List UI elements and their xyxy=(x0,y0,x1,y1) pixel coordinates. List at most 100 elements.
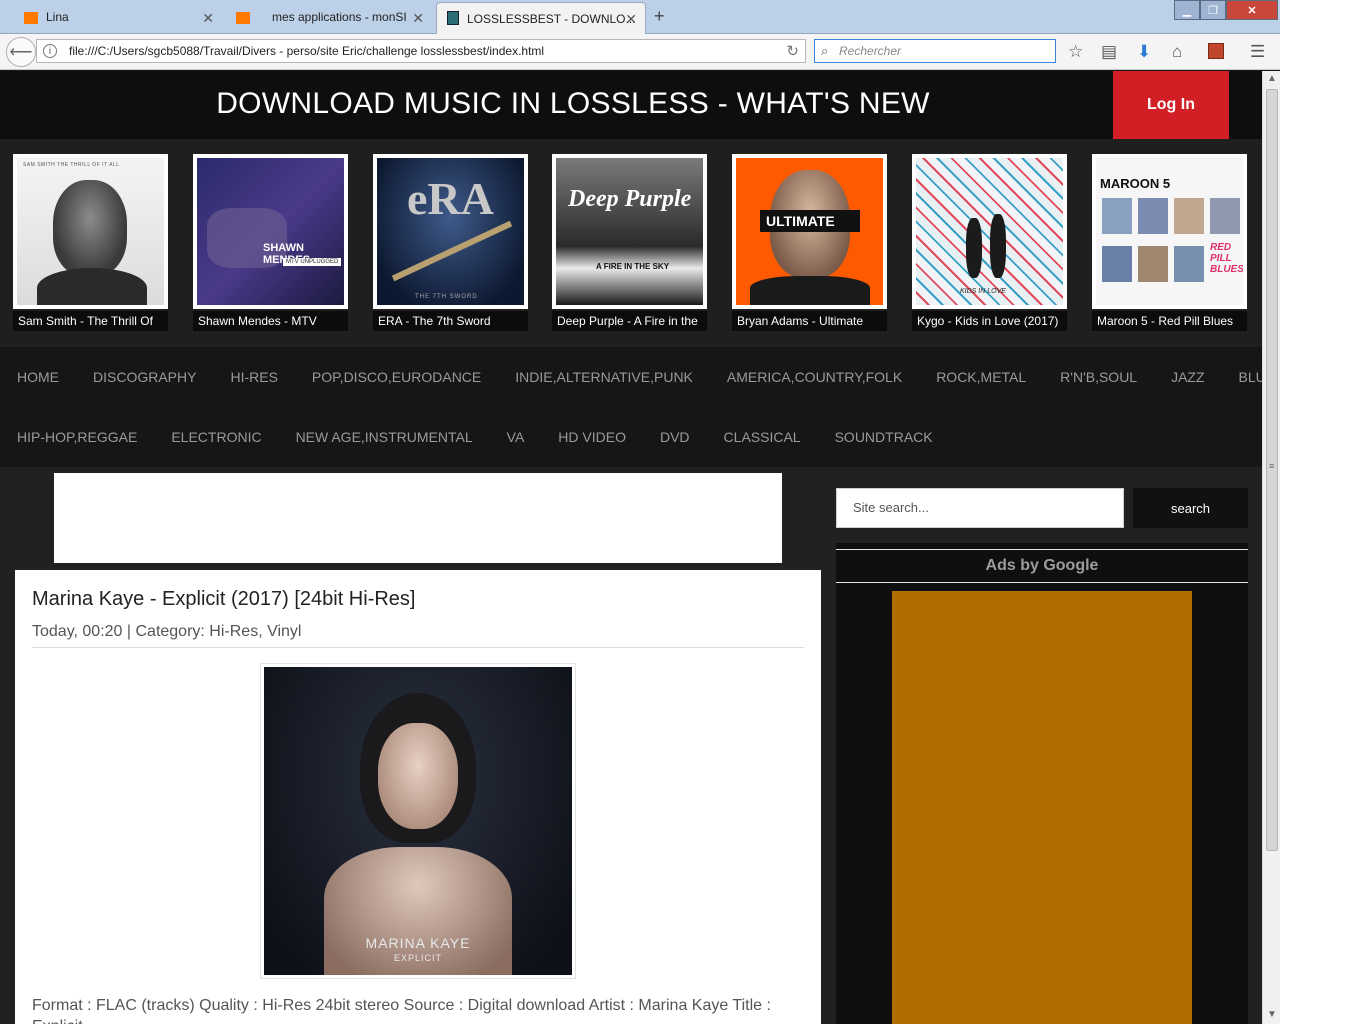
scroll-up-icon[interactable]: ▲ xyxy=(1267,73,1277,84)
scroll-grip-icon: ≡ xyxy=(1269,461,1275,471)
album-card[interactable]: eRA THE 7TH SWORD ERA - The 7th Sword xyxy=(373,154,528,331)
article-meta: Today, 00:20 | Category: Hi-Res, Vinyl xyxy=(32,623,302,640)
album-card[interactable]: SHAWN MENDES MTV UNPLUGGED Shawn Mendes … xyxy=(193,154,348,331)
tab-bar: Lina ✕ mes applications - monSI ✕ LOSSLE… xyxy=(0,0,1280,34)
browser-search-input[interactable]: ⌕ Rechercher xyxy=(814,39,1056,63)
maximize-icon[interactable]: ❐ xyxy=(1200,0,1226,20)
article-title[interactable]: Marina Kaye - Explicit (2017) [24bit Hi-… xyxy=(32,588,415,611)
tab-mes-applications[interactable]: mes applications - monSI ✕ xyxy=(226,2,432,32)
back-arrow-icon[interactable]: ⟵ xyxy=(6,37,36,67)
tab-label: LOSSLESSBEST - DOWNLO... xyxy=(467,11,636,26)
close-tab-icon[interactable]: ✕ xyxy=(625,11,637,28)
menu-item-america[interactable]: AMERICA,COUNTRY,FOLK xyxy=(727,369,902,385)
divider xyxy=(32,647,804,648)
hamburger-menu-icon[interactable]: ☰ xyxy=(1250,42,1265,62)
menu-row: HIP-HOP,REGGAE ELECTRONIC NEW AGE,INSTRU… xyxy=(0,407,1262,467)
site-header: DOWNLOAD MUSIC IN LOSSLESS - WHAT'S NEW … xyxy=(0,71,1262,139)
menu-item-va[interactable]: VA xyxy=(507,429,525,445)
tab-losslessbest[interactable]: LOSSLESSBEST - DOWNLO... ✕ xyxy=(436,2,646,34)
album-card[interactable]: KIDS IN LOVE Kygo - Kids in Love (2017) xyxy=(912,154,1067,331)
album-cover[interactable]: SHAWN MENDES MTV UNPLUGGED xyxy=(193,154,348,309)
album-caption[interactable]: Sam Smith - The Thrill Of xyxy=(13,311,168,331)
album-cover[interactable]: Deep Purple A FIRE IN THE SKY xyxy=(552,154,707,309)
site-title: DOWNLOAD MUSIC IN LOSSLESS - WHAT'S NEW xyxy=(216,87,930,120)
cover-text: eRA xyxy=(407,173,494,224)
menu-item-new-age[interactable]: NEW AGE,INSTRUMENTAL xyxy=(296,429,473,445)
ad-placeholder[interactable] xyxy=(892,591,1192,1024)
vertical-scrollbar[interactable]: ▲ ≡ ▼ xyxy=(1262,71,1280,1024)
bookmarks-list-icon[interactable]: ▤ xyxy=(1101,42,1117,62)
menu-item-indie[interactable]: INDIE,ALTERNATIVE,PUNK xyxy=(515,369,693,385)
menu-item-hip-hop[interactable]: HIP-HOP,REGGAE xyxy=(17,429,137,445)
ads-widget: Ads by Google xyxy=(836,543,1248,1024)
close-tab-icon[interactable]: ✕ xyxy=(412,10,424,27)
reload-icon[interactable]: ↻ xyxy=(786,42,799,60)
cover-subtext: THE 7TH SWORD xyxy=(415,294,478,300)
browser-window: Lina ✕ mes applications - monSI ✕ LOSSLE… xyxy=(0,0,1280,1024)
menu-item-blues[interactable]: BLUES xyxy=(1239,369,1262,385)
scroll-down-icon[interactable]: ▼ xyxy=(1267,1009,1277,1020)
ads-title: Ads by Google xyxy=(836,549,1248,583)
article-cover-image[interactable]: MARINA KAYE EXPLICIT xyxy=(260,663,576,979)
extension-icon[interactable] xyxy=(1208,43,1224,59)
album-caption[interactable]: Kygo - Kids in Love (2017) xyxy=(912,311,1067,331)
download-icon[interactable]: ⬇ xyxy=(1137,42,1151,62)
site-search-button[interactable]: search xyxy=(1133,488,1248,528)
menu-item-electronic[interactable]: ELECTRONIC xyxy=(171,429,261,445)
album-cover[interactable]: KIDS IN LOVE xyxy=(912,154,1067,309)
minimize-icon[interactable]: ▁ xyxy=(1174,0,1200,20)
album-caption[interactable]: Maroon 5 - Red Pill Blues xyxy=(1092,311,1247,331)
close-tab-icon[interactable]: ✕ xyxy=(202,10,214,27)
menu-item-hd-video[interactable]: HD VIDEO xyxy=(558,429,626,445)
menu-row: HOME DISCOGRAPHY HI-RES POP,DISCO,EURODA… xyxy=(0,347,1262,407)
info-icon[interactable]: i xyxy=(43,44,57,58)
album-caption[interactable]: Shawn Mendes - MTV xyxy=(193,311,348,331)
login-button[interactable]: Log In xyxy=(1113,71,1229,139)
orange-favicon-icon xyxy=(236,12,250,24)
menu-item-rock[interactable]: ROCK,METAL xyxy=(936,369,1026,385)
album-caption[interactable]: Deep Purple - A Fire in the xyxy=(552,311,707,331)
menu-item-pop[interactable]: POP,DISCO,EURODANCE xyxy=(312,369,481,385)
url-bar[interactable]: i file:///C:/Users/sgcb5088/Travail/Dive… xyxy=(36,39,806,63)
menu-item-rnb[interactable]: R'N'B,SOUL xyxy=(1060,369,1137,385)
menu-item-discography[interactable]: DISCOGRAPHY xyxy=(93,369,196,385)
cover-subtext: MTV UNPLUGGED xyxy=(283,258,342,266)
album-card[interactable]: SAM SMITH THE THRILL OF IT ALL Sam Smith… xyxy=(13,154,168,331)
menu-item-hi-res[interactable]: HI-RES xyxy=(230,369,277,385)
site-search-input[interactable]: Site search... xyxy=(836,488,1124,528)
tab-label: mes applications - monSI xyxy=(272,10,407,24)
tab-label: Lina xyxy=(46,10,69,24)
menu-item-home[interactable]: HOME xyxy=(17,369,59,385)
bookmark-star-icon[interactable]: ☆ xyxy=(1068,42,1083,62)
album-caption[interactable]: ERA - The 7th Sword xyxy=(373,311,528,331)
ad-banner[interactable] xyxy=(54,473,782,563)
cover-text: Deep Purple xyxy=(568,186,692,212)
album-cover[interactable]: eRA THE 7TH SWORD xyxy=(373,154,528,309)
cover-title-text: EXPLICIT xyxy=(393,953,442,963)
album-carousel: SAM SMITH THE THRILL OF IT ALL Sam Smith… xyxy=(0,139,1262,345)
album-cover[interactable]: SAM SMITH THE THRILL OF IT ALL xyxy=(13,154,168,309)
album-cover[interactable]: MAROON 5 RED PILL BLUES xyxy=(1092,154,1247,309)
menu-item-soundtrack[interactable]: SOUNDTRACK xyxy=(835,429,933,445)
album-caption[interactable]: Bryan Adams - Ultimate xyxy=(732,311,887,331)
menu-item-dvd[interactable]: DVD xyxy=(660,429,690,445)
home-icon[interactable]: ⌂ xyxy=(1172,42,1182,62)
search-icon: ⌕ xyxy=(821,43,829,58)
browser-search-placeholder: Rechercher xyxy=(839,44,902,58)
site-favicon-icon xyxy=(447,11,459,25)
album-card[interactable]: ULTIMATE Bryan Adams - Ultimate xyxy=(732,154,887,331)
cover-artist-text: MARINA KAYE xyxy=(365,935,471,951)
orange-favicon-icon xyxy=(24,12,38,24)
album-cover[interactable]: ULTIMATE xyxy=(732,154,887,309)
tab-lina[interactable]: Lina ✕ xyxy=(0,2,222,32)
close-window-icon[interactable]: ✕ xyxy=(1226,0,1278,20)
menu-item-jazz[interactable]: JAZZ xyxy=(1171,369,1204,385)
album-card[interactable]: MAROON 5 RED PILL BLUES Maroon 5 - Red P… xyxy=(1092,154,1247,331)
cover-text: ULTIMATE xyxy=(766,213,835,229)
menu-item-classical[interactable]: CLASSICAL xyxy=(724,429,801,445)
cover-text: KIDS IN LOVE xyxy=(960,288,1006,295)
cover-text: SAM SMITH THE THRILL OF IT ALL xyxy=(23,162,120,168)
album-card[interactable]: Deep Purple A FIRE IN THE SKY Deep Purpl… xyxy=(552,154,707,331)
new-tab-icon[interactable]: + xyxy=(654,6,665,27)
cover-text: MAROON 5 xyxy=(1100,176,1171,191)
